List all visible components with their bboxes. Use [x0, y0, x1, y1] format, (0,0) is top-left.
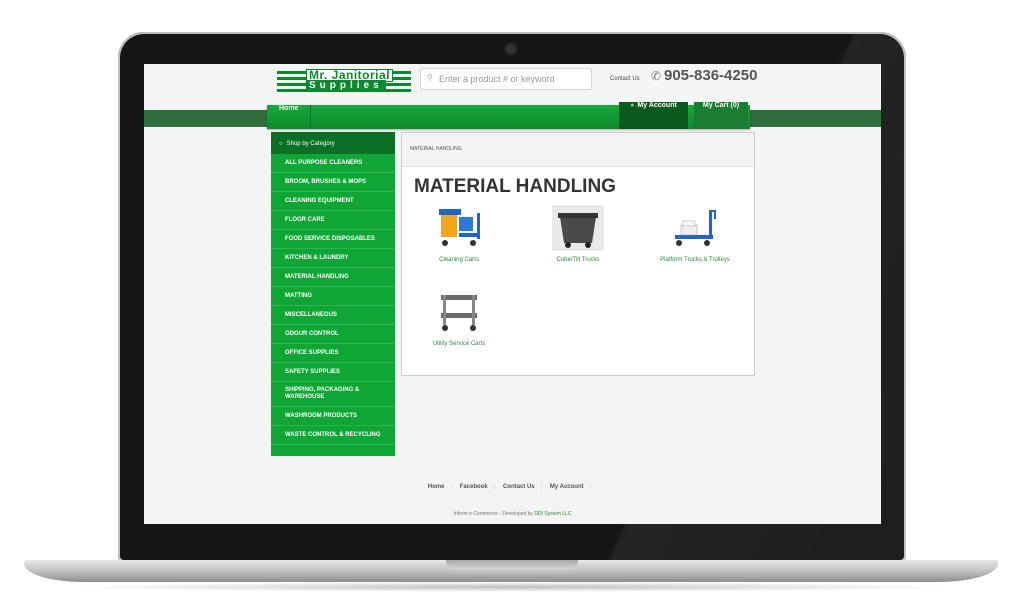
tilt-truck-image[interactable] [552, 205, 604, 251]
cleaning-cart-image[interactable] [433, 205, 485, 251]
utility-cart-image[interactable] [433, 289, 485, 335]
product-tile[interactable]: Platform Trucks & Trolleys [650, 205, 740, 263]
sidebar-item[interactable]: MATERIAL HANDLING [271, 268, 395, 287]
category-sidebar: ○ Shop by Category ALL PURPOSE CLEANERS B… [271, 132, 395, 456]
search-input[interactable] [435, 69, 593, 89]
product-label[interactable]: Cube/Tilt Trucks [533, 257, 623, 263]
footer-separator: | [493, 484, 496, 490]
sidebar-item[interactable]: FOOD SERVICE DISPOSABLES [271, 230, 395, 249]
product-label[interactable]: Cleaning Carts [414, 257, 504, 263]
my-account-button[interactable]: ● My Account [619, 102, 688, 129]
search-icon: ⚲ [427, 73, 433, 82]
site-logo[interactable]: Mr. Janitorial Supplies [277, 69, 411, 92]
platform-truck-image[interactable] [669, 205, 721, 251]
content-panel: MATERIAL HANDLING MATERIAL HANDLING Clea… [401, 132, 755, 376]
sidebar-item[interactable]: SAFETY SUPPLIES [271, 363, 395, 382]
sidebar-item[interactable]: BROOM, BRUSHES & MOPS [271, 173, 395, 192]
footer-link-home[interactable]: Home [428, 484, 445, 490]
breadcrumb: MATERIAL HANDLING [402, 133, 754, 167]
footer-link-facebook[interactable]: Facebook [460, 484, 488, 490]
sidebar-item[interactable]: SHIPPING, PACKAGING & WAREHOUSE [271, 382, 395, 407]
user-icon: ● [630, 102, 635, 109]
sidebar-item[interactable]: OFFICE SUPPLIES [271, 344, 395, 363]
sidebar-heading: ○ Shop by Category [271, 132, 395, 154]
product-label[interactable]: Platform Trucks & Trolleys [650, 257, 740, 263]
laptop-notch [446, 560, 578, 570]
product-tile[interactable]: Cube/Tilt Trucks [533, 205, 623, 263]
footer-separator: | [540, 484, 543, 490]
laptop-shadow [60, 582, 964, 592]
contact-us-link[interactable]: Contact Us [610, 76, 640, 82]
site-header: Mr. Janitorial Supplies ⚲ Contact Us ✆ 9… [144, 64, 881, 110]
product-tile[interactable]: Cleaning Carts [414, 205, 504, 263]
phone-icon: ✆ [651, 69, 662, 83]
footer-separator: | [589, 484, 592, 490]
sidebar-item[interactable]: WASHROOM PRODUCTS [271, 407, 395, 426]
footer-link-contact[interactable]: Contact Us [503, 484, 535, 490]
phone-number: 905-836-4250 [664, 67, 758, 84]
product-label[interactable]: Utility Service Carts [414, 341, 504, 347]
page-title: MATERIAL HANDLING [414, 176, 616, 197]
product-tile[interactable]: Utility Service Carts [414, 289, 504, 347]
credit-link[interactable]: DDI System LLC [534, 511, 571, 517]
logo-line2: Supplies [306, 80, 386, 91]
sidebar-heading-label: Shop by Category [286, 141, 335, 147]
circle-icon: ○ [279, 141, 283, 147]
sidebar-item[interactable]: MATTING [271, 287, 395, 306]
footer-separator: | [450, 484, 453, 490]
credit-text: Inform e-Commerce - Developed by [453, 511, 535, 517]
my-cart-button[interactable]: My Cart (0) [694, 102, 748, 129]
sidebar-item[interactable]: WASTE CONTROL & RECYCLING [271, 426, 395, 445]
sidebar-item[interactable]: FLOOR CARE [271, 211, 395, 230]
search-box: ⚲ [420, 68, 593, 90]
sidebar-item[interactable]: ALL PURPOSE CLEANERS [271, 154, 395, 173]
footer-nav: Home | Facebook | Contact Us | My Account | [144, 484, 881, 490]
sidebar-item[interactable]: ODOUR CONTROL [271, 325, 395, 344]
footer-credit: Inform e-Commerce - Developed by DDI Sys… [144, 511, 881, 517]
footer-link-account[interactable]: My Account [550, 484, 584, 490]
camera-icon [506, 44, 516, 54]
nav-home[interactable]: Home [267, 105, 312, 129]
sidebar-item[interactable]: MISCELLANEOUS [271, 306, 395, 325]
my-account-label: My Account [637, 102, 677, 109]
sidebar-item[interactable]: CLEANING EQUIPMENT [271, 192, 395, 211]
browser-screen: Mr. Janitorial Supplies ⚲ Contact Us ✆ 9… [144, 64, 881, 524]
sidebar-item[interactable]: KITCHEN & LAUNDRY [271, 249, 395, 268]
